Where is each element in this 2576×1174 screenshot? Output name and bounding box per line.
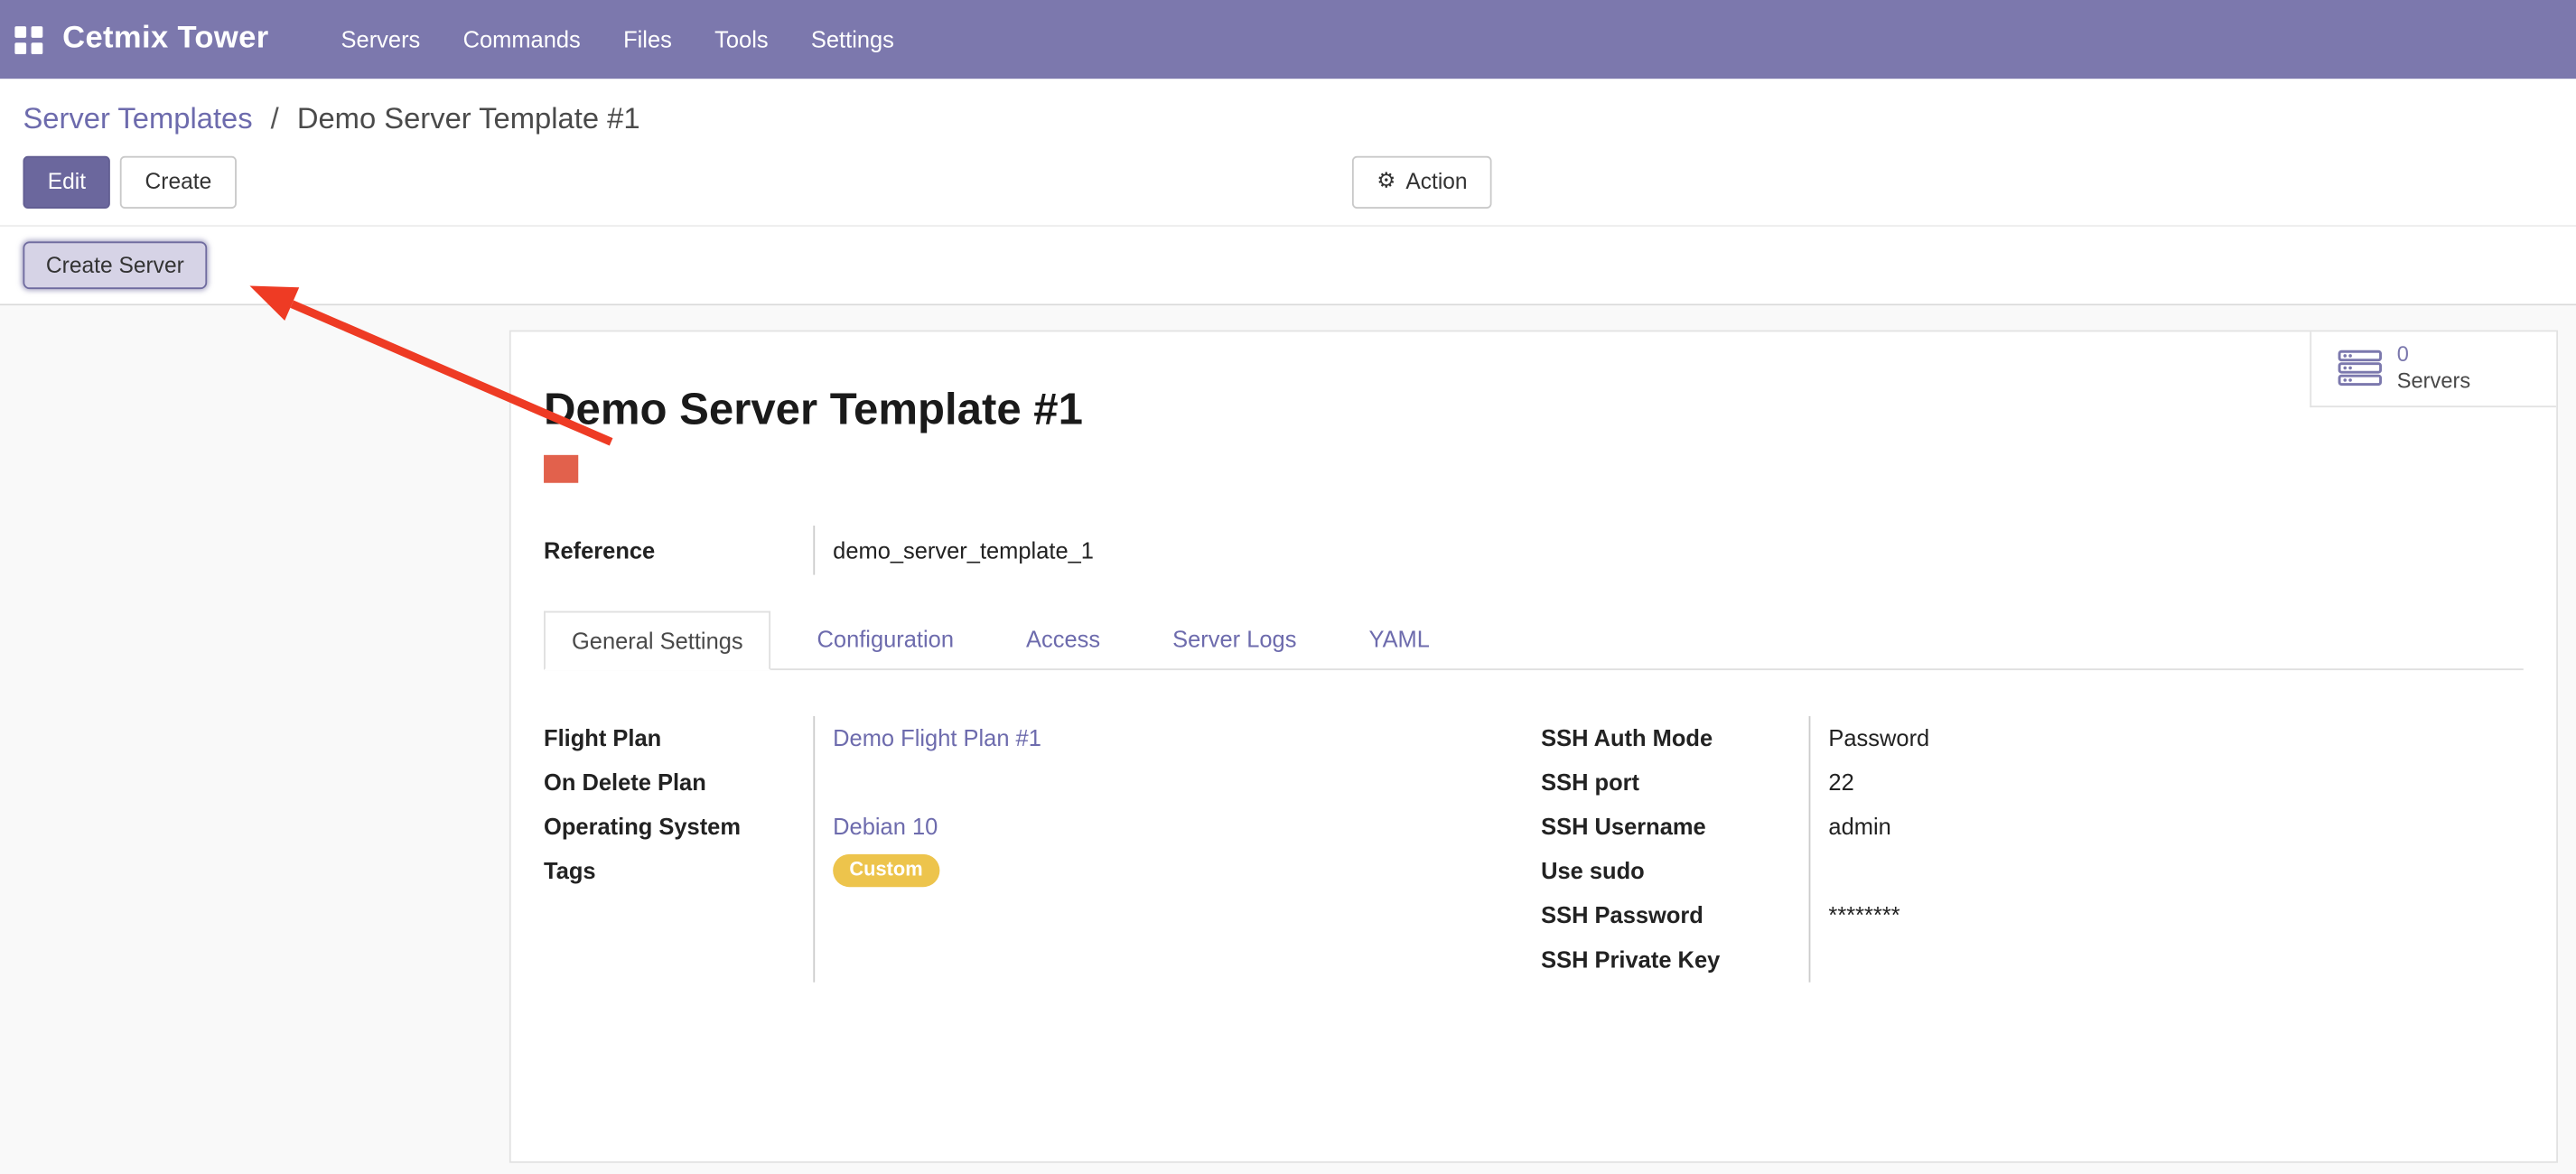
- field-label-on-delete-plan: On Delete Plan: [544, 759, 813, 804]
- servers-stat-button[interactable]: 0 Servers: [2310, 331, 2556, 407]
- field-label-tags: Tags: [544, 849, 813, 893]
- control-buttons-row: Edit Create ⚙ Action: [0, 156, 2576, 225]
- servers-icon: [2338, 350, 2382, 387]
- form-sheet: 0 Servers Demo Server Template #1 Refere…: [509, 330, 2558, 1162]
- field-label-flight-plan: Flight Plan: [544, 715, 813, 759]
- create-server-button[interactable]: Create Server: [23, 241, 207, 289]
- tab-server-logs[interactable]: Server Logs: [1146, 610, 1323, 668]
- labels-right: SSH Auth Mode SSH port SSH Username Use …: [1541, 715, 1808, 982]
- servers-stat-text: 0 Servers: [2397, 342, 2470, 394]
- action-button-label: Action: [1405, 168, 1467, 197]
- color-swatch[interactable]: [544, 454, 578, 482]
- notebook-tabs: General Settings Configuration Access Se…: [544, 610, 2524, 669]
- field-label-ssh-private-key: SSH Private Key: [1541, 937, 1808, 982]
- nav-item-files[interactable]: Files: [623, 26, 672, 52]
- field-column-left: Flight Plan On Delete Plan Operating Sys…: [544, 715, 1541, 982]
- content-area: 0 Servers Demo Server Template #1 Refere…: [0, 304, 2576, 1174]
- tab-access[interactable]: Access: [1000, 610, 1126, 668]
- reference-row: Reference demo_server_template_1: [544, 525, 2524, 574]
- field-value-flight-plan-link[interactable]: Demo Flight Plan #1: [833, 724, 1041, 750]
- breadcrumb-parent-link[interactable]: Server Templates: [23, 102, 252, 135]
- breadcrumb-separator: /: [271, 102, 279, 135]
- field-value-ssh-port: 22: [1828, 769, 1853, 795]
- servers-stat-value: 0: [2397, 342, 2470, 368]
- tab-configuration[interactable]: Configuration: [790, 610, 980, 668]
- labels-left: Flight Plan On Delete Plan Operating Sys…: [544, 715, 813, 982]
- nav-item-tools[interactable]: Tools: [714, 26, 768, 52]
- page: Cetmix Tower Servers Commands Files Tool…: [0, 0, 2576, 1174]
- brand-title[interactable]: Cetmix Tower: [62, 22, 268, 58]
- field-value-operating-system-link[interactable]: Debian 10: [833, 813, 938, 839]
- servers-stat-label: Servers: [2397, 368, 2470, 394]
- action-button[interactable]: ⚙ Action: [1352, 156, 1492, 208]
- tab-general-settings[interactable]: General Settings: [544, 610, 771, 669]
- field-label-ssh-auth-mode: SSH Auth Mode: [1541, 715, 1808, 759]
- field-label-ssh-port: SSH port: [1541, 759, 1808, 804]
- apps-grid-icon[interactable]: [14, 25, 42, 53]
- form-fields: Flight Plan On Delete Plan Operating Sys…: [544, 715, 2524, 982]
- main-menu: Servers Commands Files Tools Settings: [341, 26, 894, 52]
- values-right: Password 22 admin ********: [1809, 715, 1930, 982]
- field-value-ssh-auth-mode: Password: [1828, 724, 1929, 750]
- nav-item-servers[interactable]: Servers: [341, 26, 421, 52]
- reference-value: demo_server_template_1: [813, 525, 1094, 574]
- field-value-ssh-password: ********: [1828, 902, 1899, 928]
- control-panel: Server Templates / Demo Server Template …: [0, 79, 2576, 226]
- create-button[interactable]: Create: [120, 156, 236, 208]
- field-label-ssh-password: SSH Password: [1541, 893, 1808, 937]
- nav-item-settings[interactable]: Settings: [811, 26, 894, 52]
- nav-item-commands[interactable]: Commands: [463, 26, 581, 52]
- field-label-use-sudo: Use sudo: [1541, 849, 1808, 893]
- record-title: Demo Server Template #1: [544, 384, 2524, 434]
- edit-button[interactable]: Edit: [23, 156, 110, 208]
- field-value-ssh-username: admin: [1828, 813, 1890, 839]
- sheet-body: Demo Server Template #1 Reference demo_s…: [511, 384, 2557, 982]
- gear-icon: ⚙: [1377, 168, 1395, 196]
- field-label-ssh-username: SSH Username: [1541, 804, 1808, 848]
- top-navbar: Cetmix Tower Servers Commands Files Tool…: [0, 0, 2576, 79]
- field-column-right: SSH Auth Mode SSH port SSH Username Use …: [1541, 715, 1929, 982]
- reference-label: Reference: [544, 536, 813, 563]
- breadcrumb: Server Templates / Demo Server Template …: [0, 79, 2576, 136]
- field-label-operating-system: Operating System: [544, 804, 813, 848]
- values-left: Demo Flight Plan #1 Debian 10 Custom: [813, 715, 1541, 982]
- tab-yaml[interactable]: YAML: [1342, 610, 1456, 668]
- object-actions-bar: Create Server: [0, 226, 2576, 304]
- breadcrumb-current: Demo Server Template #1: [297, 102, 640, 135]
- tag-badge-custom: Custom: [833, 854, 939, 887]
